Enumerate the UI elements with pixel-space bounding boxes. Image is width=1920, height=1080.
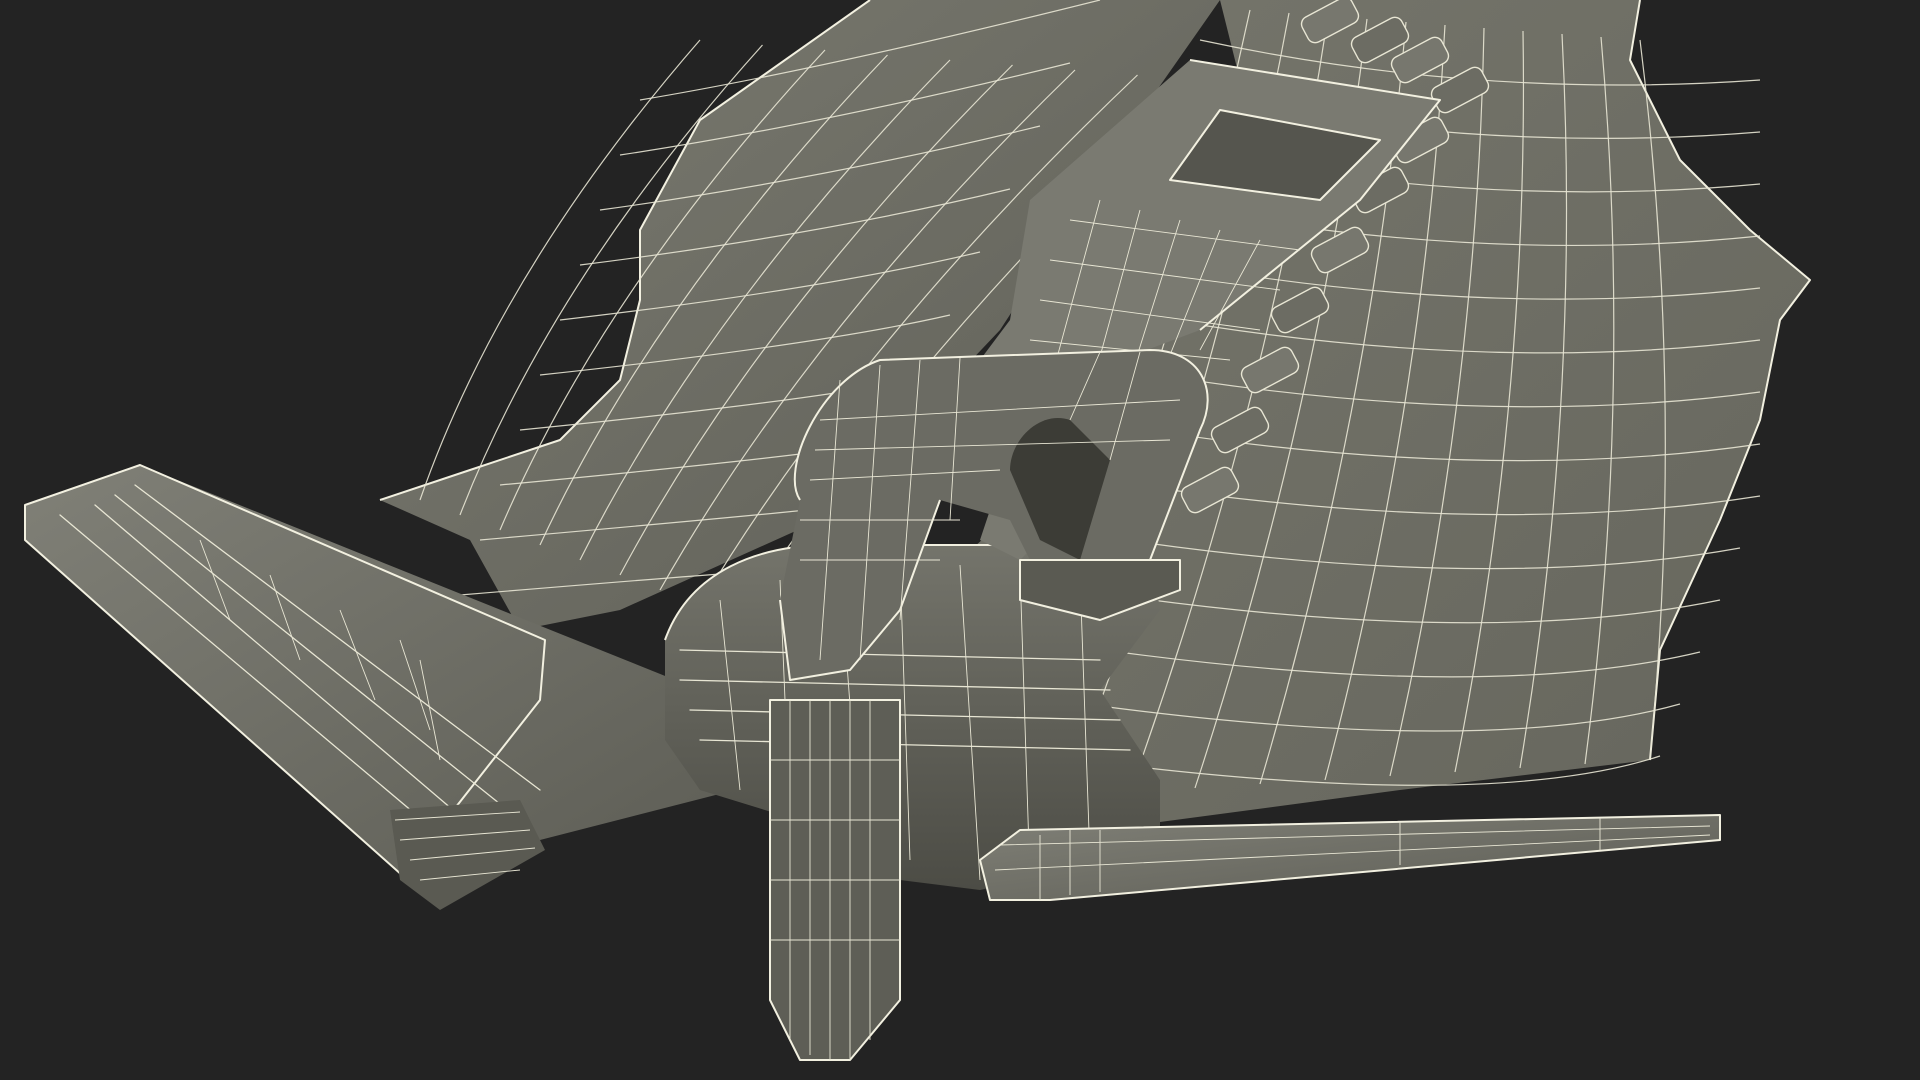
render-viewport [0,0,1920,1080]
left-end-cap [390,800,545,910]
right-end-tab [979,814,1721,901]
slider-body [664,544,1160,1061]
